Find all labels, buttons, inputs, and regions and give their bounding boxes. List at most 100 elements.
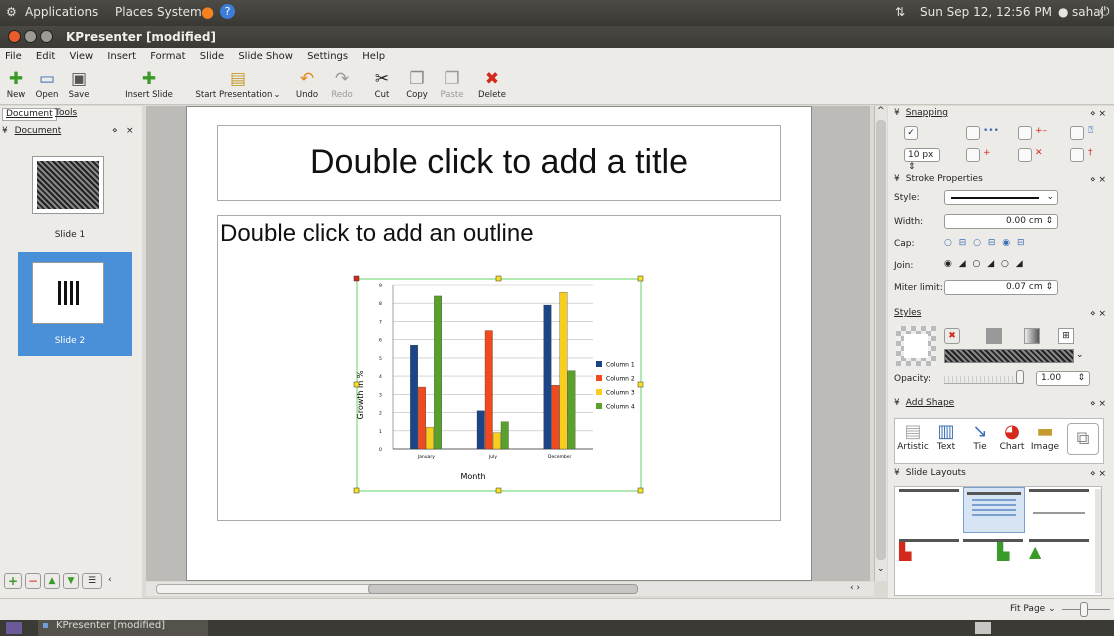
zoom-slider-knob[interactable] [1080,602,1088,617]
power-icon[interactable]: ⏻ [1100,4,1110,19]
view-mode-icon[interactable]: ☰ [82,573,102,589]
no-fill-icon[interactable]: ✖ [944,328,960,344]
add-shape-close-icon[interactable]: ⋄ × [1090,399,1106,409]
more-shapes-icon[interactable]: ⧉ [1067,423,1099,455]
scroll-down-icon[interactable]: ⌄ [877,564,885,574]
layout-list-chart[interactable]: ▙ [963,539,1023,575]
new-button[interactable]: ✚ New [2,67,30,103]
menu-view[interactable]: View [69,51,93,62]
handle-right[interactable] [637,381,644,388]
snap-orthogonal-checkbox[interactable] [966,126,980,140]
handle-top-left[interactable] [353,275,360,282]
scroll-up-icon[interactable]: ^ [877,106,885,116]
slide-layouts-close-icon[interactable]: ⋄ × [1090,469,1106,479]
shape-artistic[interactable]: ▤ Artistic [897,421,929,452]
layout-title-list[interactable] [963,487,1025,533]
firefox-icon[interactable]: ● [201,3,214,21]
show-desktop-icon[interactable] [6,622,22,634]
layout-title-only[interactable] [899,489,959,533]
minimize-window-icon[interactable] [24,30,37,43]
close-window-icon[interactable] [8,30,21,43]
add-shape-header[interactable]: ¥ Add Shape ⋄ × [888,398,1110,412]
handle-top[interactable] [495,275,502,282]
stroke-close-icon[interactable]: ⋄ × [1090,175,1106,185]
snap-guide-checkbox[interactable] [1070,148,1084,162]
handle-left[interactable] [353,381,360,388]
taskbar-window-button[interactable]: ▪ KPresenter [modified] [38,620,208,636]
redo-button[interactable]: ↷ Redo [327,67,357,103]
shape-chart[interactable]: ◕ Chart [997,421,1027,452]
style-preview[interactable] [896,326,936,366]
clock[interactable]: Sun Sep 12, 12:56 PM [920,5,1052,19]
tab-tools[interactable]: Tools [52,108,80,121]
pattern-select[interactable] [944,349,1074,363]
slide-thumbnail-2[interactable]: Slide 2 [18,252,132,356]
zoom-select[interactable]: Fit Page ⌄ [1010,604,1056,614]
shape-image[interactable]: ▬ Image [1029,421,1061,452]
opacity-slider-knob[interactable] [1016,370,1024,384]
float-icon[interactable]: ⋄ [112,126,118,136]
slide-layouts-header[interactable]: ¥ Slide Layouts ⋄ × [888,468,1110,482]
menu-settings[interactable]: Settings [307,51,348,62]
snap-extension-checkbox[interactable] [1070,126,1084,140]
places-menu[interactable]: Places [115,5,153,19]
join-style-options[interactable]: ◉ ◢ ○ ◢ ○ ◢ [944,259,1025,269]
horizontal-scroll-thumb[interactable] [368,584,638,594]
pattern-dropdown-icon[interactable]: ⌄ [1076,350,1084,360]
menu-edit[interactable]: Edit [36,51,55,62]
tab-document[interactable]: Document [2,108,57,121]
snap-bounding-checkbox[interactable] [966,148,980,162]
cut-button[interactable]: ✂ Cut [368,67,396,103]
collapse-icon[interactable]: ¥ [2,126,8,136]
save-button[interactable]: ▣ Save [64,67,94,103]
help-icon[interactable]: ? [220,4,235,19]
start-presentation-button[interactable]: ▤ Start Presentation⌄ [193,67,283,103]
move-down-icon[interactable]: ▼ [63,573,79,589]
opacity-slider[interactable] [944,370,1024,384]
workspace-switcher-icon[interactable] [975,622,991,634]
copy-button[interactable]: ❐ Copy [402,67,432,103]
snap-intersection-checkbox[interactable] [1018,148,1032,162]
snapping-close-icon[interactable]: ⋄ × [1090,109,1106,119]
layout-title-body[interactable] [1029,489,1089,533]
menu-file[interactable]: File [5,51,22,62]
solid-fill-icon[interactable] [986,328,1002,344]
miter-limit-spinbox[interactable]: 0.07 cm ⇕ [944,280,1058,295]
menu-format[interactable]: Format [150,51,185,62]
gnome-foot-icon[interactable]: ⚙ [6,5,17,19]
handle-top-right[interactable] [637,275,644,282]
menu-slide[interactable]: Slide [200,51,224,62]
snap-grid-checkbox[interactable]: ✓ [904,126,918,140]
handle-bottom-right[interactable] [637,487,644,494]
layout-chart-list[interactable]: ▙ [899,539,959,575]
stroke-style-select[interactable]: ⌄ [944,190,1058,205]
delete-button[interactable]: ✖ Delete [474,67,510,103]
snapping-header[interactable]: ¥ Snapping ⋄ × [888,108,1110,122]
close-panel-icon[interactable]: × [126,126,134,136]
styles-close-icon[interactable]: ⋄ × [1090,309,1106,319]
styles-header[interactable]: Styles ⋄ × [888,308,1110,322]
applications-menu[interactable]: Applications [25,5,98,19]
chart-object[interactable]: 0123456789 January July December Column 1C… [353,275,645,495]
pattern-fill-icon[interactable]: ⊞ [1058,328,1074,344]
move-up-icon[interactable]: ▲ [44,573,60,589]
menu-help[interactable]: Help [362,51,385,62]
slide-canvas[interactable]: Double click to add a title Double click… [186,106,812,581]
handle-bottom-left[interactable] [353,487,360,494]
gradient-fill-icon[interactable] [1024,328,1040,344]
opacity-spinbox[interactable]: 1.00 ⇕ [1036,371,1090,386]
vertical-scrollbar[interactable]: ^ ⌄ [874,106,887,581]
horizontal-scrollbar[interactable]: ‹ › [146,582,874,596]
network-icon[interactable]: ⇅ [895,5,905,19]
shape-tie[interactable]: ↘ Tie [965,421,995,452]
add-slide-icon[interactable]: + [4,573,22,589]
canvas-area[interactable]: Double click to add a title Double click… [146,106,870,581]
shape-text[interactable]: ▥ Text [931,421,961,452]
remove-slide-icon[interactable]: − [25,573,41,589]
undo-button[interactable]: ↶ Undo [292,67,322,103]
snap-distance-spinbox[interactable]: 10 px ⇕ [904,148,940,172]
scroll-left-right-icon[interactable]: ‹ › [850,583,860,593]
stroke-width-spinbox[interactable]: 0.00 cm ⇕ [944,214,1058,229]
handle-bottom[interactable] [495,487,502,494]
scroll-left-icon[interactable]: ‹ [108,575,112,585]
